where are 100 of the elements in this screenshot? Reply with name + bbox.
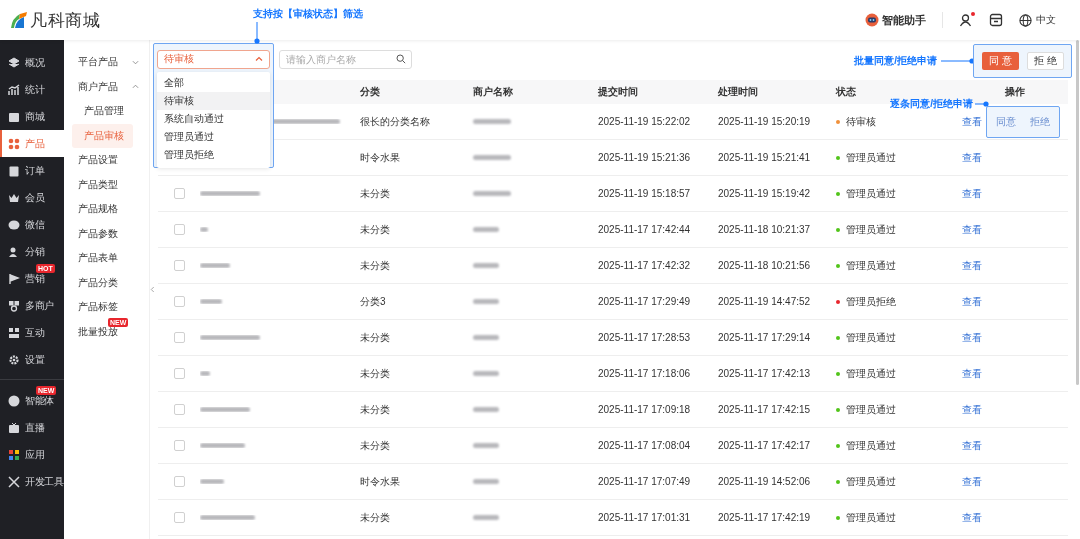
search-field[interactable]: 请输入商户名称 <box>279 49 412 69</box>
dropdown-option[interactable]: 管理员通过 <box>157 127 270 146</box>
blurred-text <box>200 515 255 520</box>
nav-item[interactable]: 开发工具 <box>0 468 64 495</box>
caret-icon <box>132 58 139 66</box>
view-link[interactable]: 查看 <box>962 474 982 489</box>
nav-item[interactable]: 多商户 <box>0 292 64 319</box>
caret-icon <box>132 83 139 91</box>
globe-icon <box>1019 13 1032 27</box>
nav-item[interactable]: 产品 <box>0 130 64 157</box>
nav-item[interactable]: 分销 <box>0 238 64 265</box>
nav-item[interactable]: 应用 <box>0 441 64 468</box>
nav-item[interactable]: 会员 <box>0 184 64 211</box>
table-cell: 2025-11-17 17:08:04 <box>598 440 691 451</box>
view-link[interactable]: 查看 <box>962 150 982 165</box>
status-text: 管理员通过 <box>846 330 896 345</box>
row-checkbox[interactable] <box>173 440 185 451</box>
subnav-item[interactable]: 产品管理 <box>72 99 133 124</box>
logo-text: 凡科商城 <box>30 9 100 32</box>
status-text: 待审核 <box>846 114 876 129</box>
table-cell: 2025-11-17 17:29:14 <box>718 332 811 343</box>
callout-text: 批量同意/拒绝申请 <box>854 53 937 68</box>
view-link[interactable]: 查看 <box>962 438 982 453</box>
table-cell: 未分类 <box>360 402 390 417</box>
view-link[interactable]: 查看 <box>962 114 982 129</box>
nav-item[interactable]: 订单 <box>0 157 64 184</box>
view-link[interactable]: 查看 <box>962 222 982 237</box>
collapse-button[interactable] <box>150 284 156 294</box>
subnav-item[interactable]: 产品标签 <box>72 295 143 320</box>
status-text: 管理员通过 <box>846 222 896 237</box>
table-cell: 未分类 <box>360 186 390 201</box>
blurred-text <box>473 443 499 448</box>
row-checkbox[interactable] <box>173 224 185 235</box>
nav-item[interactable]: 微信 <box>0 211 64 238</box>
scrollbar[interactable] <box>1076 40 1079 385</box>
table-cell: 2025-11-17 17:28:53 <box>598 332 691 343</box>
column-header: 操作 <box>1005 85 1025 99</box>
table-cell: 2025-11-17 17:01:31 <box>598 512 691 523</box>
view-link[interactable]: 查看 <box>962 510 982 525</box>
dropdown-option[interactable]: 待审核 <box>157 91 270 110</box>
blurred-text <box>200 407 250 412</box>
dropdown-option[interactable]: 系统自动通过 <box>157 109 270 128</box>
view-link[interactable]: 查看 <box>962 186 982 201</box>
callout-text: 逐条同意/拒绝申请 <box>890 96 973 111</box>
status-text: 管理员通过 <box>846 510 896 525</box>
search-icon[interactable] <box>396 54 406 64</box>
gear-icon <box>8 353 20 366</box>
status-text: 管理员通过 <box>846 186 896 201</box>
blurred-text <box>473 119 511 124</box>
column-header: 状态 <box>836 85 856 99</box>
nav-item[interactable]: 直播 <box>0 414 64 441</box>
subnav-item[interactable]: 产品类型 <box>72 172 143 197</box>
nav-item[interactable]: 概况 <box>0 49 64 76</box>
column-header: 商户名称 <box>473 85 513 99</box>
blurred-text <box>200 191 260 196</box>
view-link[interactable]: 查看 <box>962 366 982 381</box>
apps-icon <box>8 448 20 461</box>
nav-item[interactable]: 统计 <box>0 76 64 103</box>
assistant-button[interactable]: 智能助手 <box>865 12 926 28</box>
table-cell: 2025-11-17 17:18:06 <box>598 368 691 379</box>
blurred-text <box>473 227 499 232</box>
column-header: 提交时间 <box>598 85 638 99</box>
row-checkbox[interactable] <box>173 296 185 307</box>
language-button[interactable]: 中文 <box>1019 13 1056 27</box>
table-cell: 分类3 <box>360 294 386 309</box>
table-cell: 2025-11-17 17:29:49 <box>598 296 691 307</box>
view-link[interactable]: 查看 <box>962 258 982 273</box>
dropdown-option[interactable]: 全部 <box>157 73 270 92</box>
view-link[interactable]: 查看 <box>962 330 982 345</box>
status-text: 管理员通过 <box>846 150 896 165</box>
row-checkbox[interactable] <box>173 404 185 415</box>
row-checkbox[interactable] <box>173 512 185 523</box>
leader-line <box>975 100 989 107</box>
row-checkbox[interactable] <box>173 260 185 271</box>
row-checkbox[interactable] <box>173 368 185 379</box>
view-link[interactable]: 查看 <box>962 294 982 309</box>
subnav-item[interactable]: 产品表单 <box>72 246 143 271</box>
tv-icon <box>8 421 20 434</box>
reject-button[interactable]: 拒 绝 <box>1027 51 1064 70</box>
dropdown-option[interactable]: 管理员拒绝 <box>157 145 270 164</box>
blurred-text <box>473 371 499 376</box>
subnav-item[interactable]: 产品参数 <box>72 221 143 246</box>
subnav-item[interactable]: 商户产品 <box>72 74 143 99</box>
user-icon[interactable] <box>959 13 973 27</box>
table-cell: 很长的分类名称 <box>360 114 430 129</box>
view-link[interactable]: 查看 <box>962 402 982 417</box>
blurred-text <box>200 335 260 340</box>
row-checkbox[interactable] <box>173 476 185 487</box>
nav-item[interactable]: 互动 <box>0 319 64 346</box>
table-cell: 2025-11-17 17:42:17 <box>718 440 811 451</box>
subnav-item[interactable]: 平台产品 <box>72 50 143 75</box>
table-cell: 2025-11-19 15:19:42 <box>718 188 811 199</box>
nav-item[interactable]: 设置 <box>0 346 64 373</box>
blurred-text <box>200 443 245 448</box>
row-checkbox[interactable] <box>173 332 185 343</box>
nav-item[interactable]: 商城 <box>0 103 64 130</box>
subnav-item[interactable]: 产品规格 <box>72 197 143 222</box>
row-checkbox[interactable] <box>173 188 185 199</box>
subnav-item[interactable]: 产品分类 <box>72 270 143 295</box>
subnav-item[interactable]: 产品设置 <box>72 148 143 173</box>
